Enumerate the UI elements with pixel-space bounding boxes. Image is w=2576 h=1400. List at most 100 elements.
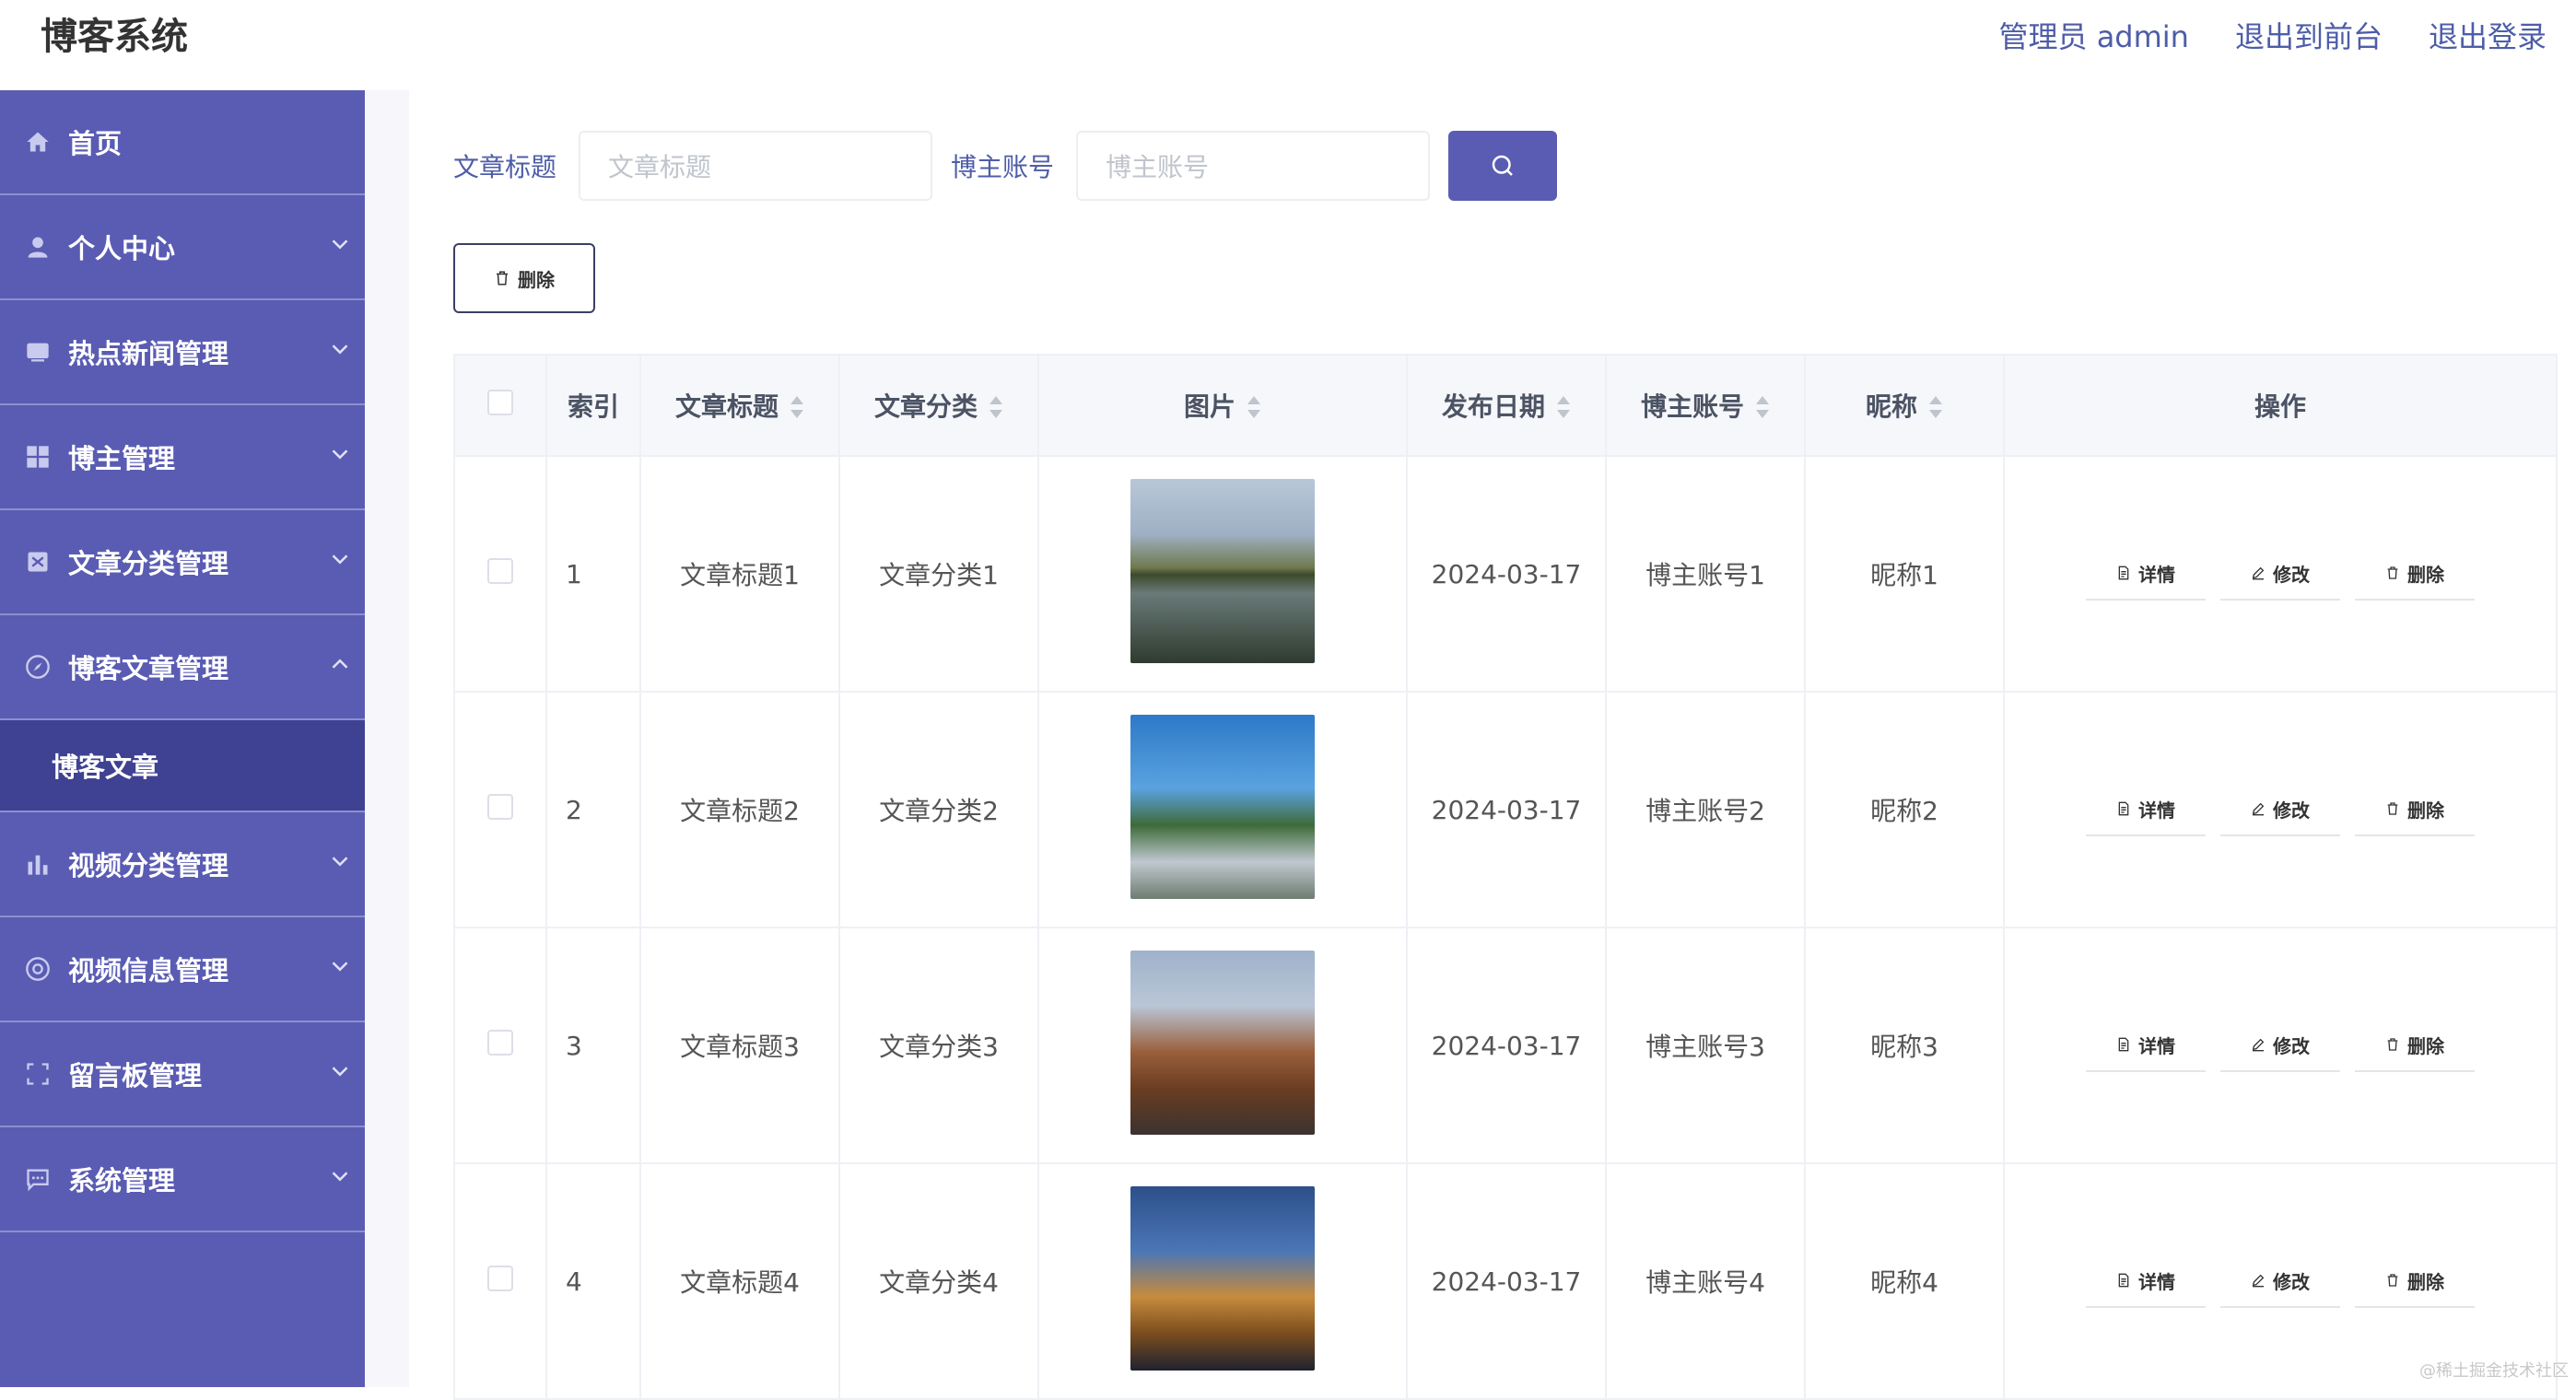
sort-icon[interactable] [989, 396, 1003, 420]
delete-button[interactable]: 删除 [2355, 547, 2475, 601]
cell-category: 文章分类1 [839, 456, 1038, 692]
header-image[interactable]: 图片 [1038, 355, 1407, 456]
delete-label: 删除 [2407, 1267, 2444, 1294]
chat-icon [24, 1165, 52, 1193]
article-thumbnail[interactable] [1130, 479, 1315, 663]
header-actions: 管理员 admin 退出到前台 退出登录 [1999, 9, 2547, 61]
logout-link[interactable]: 退出登录 [2429, 14, 2547, 56]
article-thumbnail[interactable] [1130, 715, 1315, 899]
sidebar-subitem-blog-article[interactable]: 博客文章 [0, 720, 365, 812]
detail-button[interactable]: 详情 [2086, 783, 2206, 836]
header-category-label: 文章分类 [874, 391, 978, 422]
header-category[interactable]: 文章分类 [839, 355, 1038, 456]
delete-label: 删除 [2407, 796, 2444, 822]
table-row: 1 文章标题1 文章分类1 2024-03-17 博主账号1 昵称1 详情 修改… [454, 456, 2557, 692]
sidebar-item-blog-article[interactable]: 博客文章管理 [0, 615, 365, 720]
document-icon [2116, 566, 2131, 580]
sidebar-item-video-category[interactable]: 视频分类管理 [0, 812, 365, 917]
sidebar-item-home[interactable]: 首页 [0, 90, 365, 195]
delete-button[interactable]: 删除 [2355, 1254, 2475, 1308]
header-nickname[interactable]: 昵称 [1805, 355, 2004, 456]
chevron-down-icon [326, 1057, 354, 1085]
sidebar-item-news[interactable]: 热点新闻管理 [0, 300, 365, 405]
delete-button[interactable]: 删除 [2355, 1019, 2475, 1072]
header-date[interactable]: 发布日期 [1407, 355, 1606, 456]
sort-icon[interactable] [1928, 396, 1943, 420]
edit-button[interactable]: 修改 [2220, 547, 2340, 601]
sidebar-item-label: 个人中心 [68, 228, 175, 266]
main-area: 文章标题 文章标题 博主账号 博主账号 删除 索引 文章标题 文章分类 [365, 90, 2576, 1387]
sidebar-item-blogger[interactable]: 博主管理 [0, 405, 365, 510]
row-select-cell[interactable] [454, 928, 546, 1163]
account-search-label: 博主账号 [951, 147, 1054, 184]
sidebar-item-label: 热点新闻管理 [68, 332, 228, 371]
edit-label: 修改 [2273, 560, 2310, 587]
compass-icon [24, 653, 52, 681]
cell-date: 2024-03-17 [1407, 1163, 1606, 1399]
front-link[interactable]: 退出到前台 [2235, 14, 2383, 56]
select-all-checkbox[interactable] [487, 390, 513, 415]
sidebar-item-profile[interactable]: 个人中心 [0, 195, 365, 300]
cell-index: 3 [546, 928, 640, 1163]
trash-icon [2385, 566, 2400, 580]
trash-icon [494, 270, 510, 286]
row-checkbox[interactable] [487, 1266, 513, 1291]
table-row: 4 文章标题4 文章分类4 2024-03-17 博主账号4 昵称4 详情 修改… [454, 1163, 2557, 1399]
detail-button[interactable]: 详情 [2086, 1019, 2206, 1072]
search-icon [1489, 152, 1516, 180]
sidebar-item-label: 视频信息管理 [68, 950, 228, 988]
sidebar-item-label: 博主管理 [68, 438, 175, 476]
sidebar-item-video-info[interactable]: 视频信息管理 [0, 917, 365, 1022]
cell-image [1038, 928, 1407, 1163]
edit-button[interactable]: 修改 [2220, 1019, 2340, 1072]
batch-delete-label: 删除 [518, 265, 555, 292]
disc-icon [24, 955, 52, 983]
document-icon [2116, 1273, 2131, 1288]
sidebar-item-label: 系统管理 [68, 1160, 175, 1198]
sidebar-item-system[interactable]: 系统管理 [0, 1127, 365, 1232]
title-search-input[interactable]: 文章标题 [579, 131, 932, 201]
row-select-cell[interactable] [454, 1163, 546, 1399]
cell-account: 博主账号2 [1606, 692, 1805, 928]
sort-icon[interactable] [790, 396, 804, 420]
search-button[interactable] [1448, 131, 1557, 201]
header-account[interactable]: 博主账号 [1606, 355, 1805, 456]
detail-button[interactable]: 详情 [2086, 547, 2206, 601]
sort-icon[interactable] [1755, 396, 1770, 420]
edit-button[interactable]: 修改 [2220, 1254, 2340, 1308]
cell-date: 2024-03-17 [1407, 928, 1606, 1163]
sidebar-item-guestbook[interactable]: 留言板管理 [0, 1022, 365, 1127]
cell-image [1038, 1163, 1407, 1399]
header-select-all[interactable] [454, 355, 546, 456]
table-row: 2 文章标题2 文章分类2 2024-03-17 博主账号2 昵称2 详情 修改… [454, 692, 2557, 928]
cell-ops: 详情 修改 删除 [2004, 692, 2557, 928]
row-select-cell[interactable] [454, 692, 546, 928]
edit-label: 修改 [2273, 1267, 2310, 1294]
article-thumbnail[interactable] [1130, 1186, 1315, 1371]
cell-index: 4 [546, 1163, 640, 1399]
cell-account: 博主账号1 [1606, 456, 1805, 692]
batch-delete-button[interactable]: 删除 [453, 243, 595, 313]
sidebar-item-article-category[interactable]: 文章分类管理 [0, 510, 365, 615]
cell-ops: 详情 修改 删除 [2004, 456, 2557, 692]
row-checkbox[interactable] [487, 1030, 513, 1056]
row-select-cell[interactable] [454, 456, 546, 692]
top-header: 博客系统 管理员 admin 退出到前台 退出登录 [0, 0, 2576, 90]
detail-button[interactable]: 详情 [2086, 1254, 2206, 1308]
chevron-down-icon [326, 335, 354, 363]
row-checkbox[interactable] [487, 794, 513, 820]
pencil-icon [2251, 1037, 2266, 1052]
sidebar-item-label: 视频分类管理 [68, 845, 228, 883]
bar-chart-icon [24, 850, 52, 878]
edit-button[interactable]: 修改 [2220, 783, 2340, 836]
pencil-icon [2251, 1273, 2266, 1288]
sort-icon[interactable] [1247, 396, 1261, 420]
sidebar: 首页 个人中心 热点新闻管理 博主管理 文章分类管理 博客文章管理 [0, 90, 365, 1387]
header-ops: 操作 [2004, 355, 2557, 456]
article-thumbnail[interactable] [1130, 951, 1315, 1135]
row-checkbox[interactable] [487, 558, 513, 584]
account-search-input[interactable]: 博主账号 [1076, 131, 1430, 201]
header-title[interactable]: 文章标题 [640, 355, 839, 456]
sort-icon[interactable] [1556, 396, 1571, 420]
delete-button[interactable]: 删除 [2355, 783, 2475, 836]
